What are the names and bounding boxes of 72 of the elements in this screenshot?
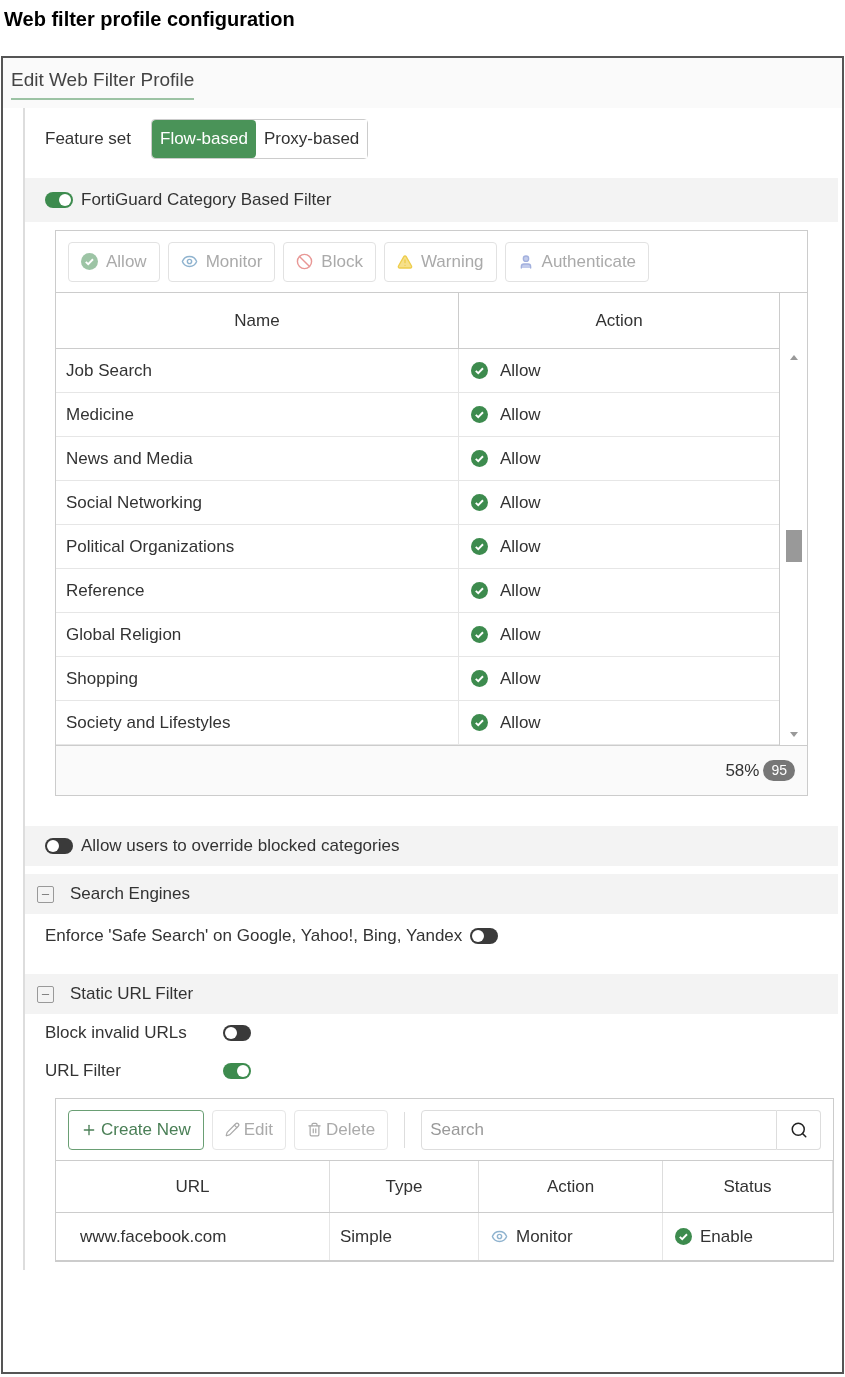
table-cell: Allow [459,701,779,744]
table-cell: Shopping [56,657,459,700]
check-circle-icon [471,582,488,599]
toggle-switch[interactable] [470,928,499,944]
setting-label: Block invalid URLs [45,1022,188,1045]
table-cell: www.facebook.com [56,1213,330,1260]
scrollbar-thumb[interactable] [785,530,802,562]
toggle-switch[interactable] [45,192,73,208]
setting-label: URL Filter [45,1060,122,1083]
table-cell: Allow [459,613,779,656]
table-cell: News and Media [56,437,459,480]
table-cell: Job Search [56,349,459,392]
table-cell: Social Networking [56,481,459,524]
table-cell: Enable [663,1213,833,1260]
search-field[interactable]: Search [421,1109,777,1150]
field-label: Feature set [45,128,131,151]
scroll-up-arrow-icon[interactable] [789,355,798,360]
check-circle-icon [471,406,488,423]
segment-option[interactable]: Flow-based [152,120,256,158]
table-cell: Monitor [479,1213,663,1260]
dialog-title[interactable]: Edit Web Filter Profile [11,65,195,101]
table-cell: Allow [459,657,779,700]
check-circle-icon [471,714,488,731]
section-title: Static URL Filter [70,983,194,1006]
trash-icon [307,1122,323,1137]
check-circle-icon [81,253,98,270]
section-title: Search Engines [70,883,191,906]
check-circle-icon [471,450,488,467]
check-circle-icon [471,362,488,379]
pencil-icon [224,1122,240,1137]
block-icon [296,253,314,270]
check-circle-icon [471,626,488,643]
collapse-icon[interactable] [37,885,54,903]
warning-icon [396,253,413,270]
section-title: FortiGuard Category Based Filter [81,189,332,212]
table-cell: Allow [459,525,779,568]
eye-icon [180,253,198,270]
search-icon [789,1120,808,1139]
table-cell: Political Organizations [56,525,459,568]
column-header[interactable]: Status [663,1161,833,1212]
toggle-switch[interactable] [45,838,73,854]
setting-label: Enforce 'Safe Search' on Google, Yahoo!, Bing, Yandex [45,925,463,948]
table-cell: Allow [459,349,779,392]
column-header[interactable]: URL [56,1161,330,1212]
toolbar-button[interactable]: Create New [68,1109,204,1150]
table-cell: Society and Lifestyles [56,701,459,744]
search-button[interactable] [777,1109,821,1150]
column-header[interactable]: Type [330,1161,479,1212]
table-cell: Allow [459,569,779,612]
table-cell: Allow [459,437,779,480]
table-cell: Allow [459,481,779,524]
page-title: Web filter profile configuration [3,7,296,32]
check-circle-icon [471,538,488,555]
setting-label: Allow users to override blocked categories [81,835,400,858]
column-header[interactable]: Action [459,293,779,348]
check-circle-icon [471,670,488,687]
table-cell: Reference [56,569,459,612]
table-cell: Global Religion [56,613,459,656]
eye-icon [491,1228,508,1245]
toggle-switch[interactable] [223,1025,251,1041]
count-badge: 95 [763,760,795,781]
toggle-switch[interactable] [223,1063,251,1079]
table-cell: Allow [459,393,779,436]
check-circle-icon [471,494,488,511]
scroll-down-arrow-icon[interactable] [789,732,798,737]
collapse-icon[interactable] [37,985,54,1003]
check-circle-icon [675,1228,692,1245]
table-cell: Medicine [56,393,459,436]
column-header[interactable]: Name [56,293,459,348]
table-cell: Simple [330,1213,479,1260]
column-header[interactable]: Action [479,1161,663,1212]
percent-label: 58% [725,759,760,782]
